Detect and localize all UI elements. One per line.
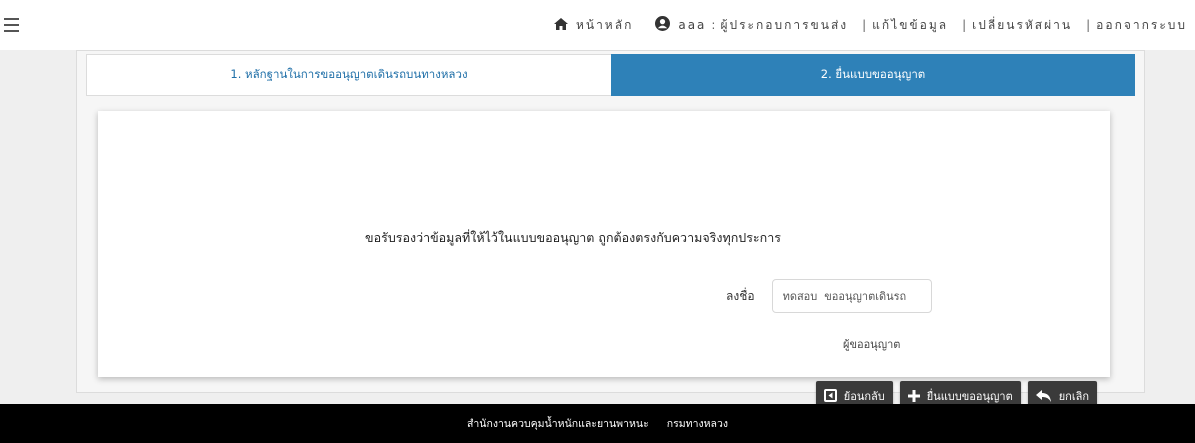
signature-label: ลงชื่อ (726, 288, 755, 303)
tab-submit-application[interactable]: 2. ยื่นแบบขออนุญาต (611, 54, 1135, 96)
main-panel: 1. หลักฐานในการขออนุญาตเดินรถบนทางหลวง 2… (76, 50, 1145, 410)
certification-statement: ขอรับรองว่าข้อมูลที่ให้ไว้ในแบบขออนุญาต … (98, 227, 1110, 248)
plus-icon (907, 389, 920, 402)
step-tabs: 1. หลักฐานในการขออนุญาตเดินรถบนทางหลวง 2… (86, 54, 1135, 96)
footer-org: สำนักงานควบคุมน้ำหนักและยานพาหนะ (467, 418, 649, 430)
signature-input[interactable] (771, 279, 932, 313)
top-navbar: หน้าหลัก aaa : ผู้ประกอบการขนส่ง | แก้ไข… (0, 0, 1195, 50)
signature-row: ลงชื่อ (726, 279, 932, 313)
tab-evidence-label: 1. หลักฐานในการขออนุญาตเดินรถบนทางหลวง (230, 67, 468, 81)
tab-evidence[interactable]: 1. หลักฐานในการขออนุญาตเดินรถบนทางหลวง (86, 54, 611, 96)
tab-submit-application-label: 2. ยื่นแบบขออนุญาต (820, 67, 926, 81)
nav-separator: | (962, 18, 967, 32)
footer-dept: กรมทางหลวง (666, 418, 728, 430)
nav-change-password-label: เปลี่ยนรหัสผ่าน (972, 17, 1073, 32)
nav-user-name: aaa (678, 18, 707, 32)
nav-edit-profile-label: แก้ไขข้อมูล (872, 17, 949, 32)
nav-user-role: ผู้ประกอบการขนส่ง (720, 17, 849, 32)
nav-logout-link[interactable]: ออกจากระบบ (1096, 16, 1187, 35)
top-nav-links: หน้าหลัก aaa : ผู้ประกอบการขนส่ง | แก้ไข… (553, 14, 1187, 36)
nav-home-link[interactable]: หน้าหลัก (553, 16, 634, 35)
nav-user-info: aaa : ผู้ประกอบการขนส่ง (655, 16, 848, 35)
footer: สำนักงานควบคุมน้ำหนักและยานพาหนะ กรมทางห… (0, 404, 1195, 443)
nav-separator: | (1086, 18, 1091, 32)
user-circle-icon (655, 16, 671, 34)
back-button-label: ย้อนกลับ (843, 389, 885, 403)
signature-caption: ผู้ขออนุญาต (843, 338, 901, 351)
nav-edit-profile-link[interactable]: แก้ไขข้อมูล (872, 16, 948, 35)
cancel-button-label: ยกเลิก (1058, 389, 1089, 403)
back-square-icon (823, 389, 837, 402)
form-card: ขอรับรองว่าข้อมูลที่ให้ไว้ในแบบขออนุญาต … (98, 111, 1110, 410)
nav-colon: : (711, 18, 716, 32)
nav-change-password-link[interactable]: เปลี่ยนรหัสผ่าน (972, 16, 1072, 35)
menu-icon[interactable] (4, 18, 19, 32)
home-icon (553, 17, 568, 33)
nav-home-label: หน้าหลัก (575, 17, 634, 32)
undo-arrow-icon (1035, 389, 1052, 402)
submit-application-label: ยื่นแบบขออนุญาต (926, 389, 1013, 403)
certification-text: ขอรับรองว่าข้อมูลที่ให้ไว้ในแบบขออนุญาต … (365, 230, 781, 245)
nav-separator: | (862, 18, 867, 32)
nav-logout-label: ออกจากระบบ (1096, 17, 1187, 32)
